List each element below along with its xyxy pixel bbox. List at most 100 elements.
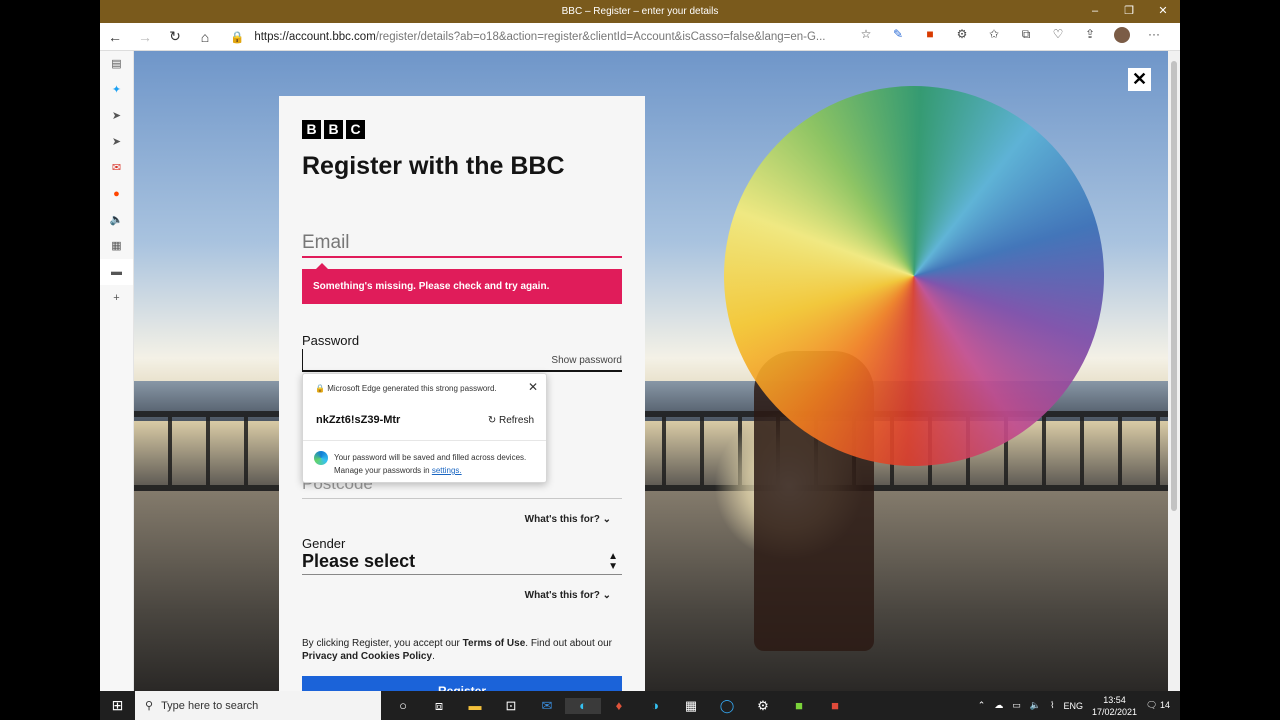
gender-select[interactable]: Please select ▲ ▼ <box>302 551 622 575</box>
network-icon[interactable]: ⌇ <box>1050 700 1054 711</box>
volume-icon[interactable]: 🔈 <box>1030 700 1041 711</box>
terms-text: By clicking Register, you accept our Ter… <box>302 637 632 663</box>
send-icon[interactable]: ➤ <box>100 103 133 129</box>
terms-of-use-link[interactable]: Terms of Use <box>463 638 526 649</box>
whats-this-label: What's this for? <box>524 590 600 601</box>
logo-letter: B <box>324 120 343 139</box>
task-view-icon[interactable]: ⧈ <box>421 698 457 714</box>
reddit-icon[interactable]: ● <box>100 181 133 207</box>
maximize-button[interactable]: ❐ <box>1112 0 1146 23</box>
refresh-label: Refresh <box>498 415 534 426</box>
app-icon[interactable]: ♦ <box>601 698 637 714</box>
url-host: https://account.bbc.com <box>254 30 376 43</box>
letterbox-left <box>0 0 100 720</box>
edge-icon[interactable]: ◐ <box>565 697 601 714</box>
privacy-policy-link[interactable]: Privacy and Cookies Policy <box>302 651 432 662</box>
browser-toolbar: ← → ↻ ⌂ 🔒 https://account.bbc.com /regis… <box>100 23 1180 51</box>
edge-logo-icon <box>314 451 328 465</box>
share-icon[interactable]: ⇪ <box>1074 27 1106 46</box>
store-icon[interactable]: ⊡ <box>493 698 529 714</box>
calendar-icon[interactable]: ▦ <box>673 698 709 714</box>
windows-start-icon[interactable]: ⊞ <box>100 697 135 714</box>
bbc-logo[interactable]: B B C <box>302 120 365 139</box>
favorite-star-icon[interactable]: ☆ <box>850 27 882 46</box>
mail-icon[interactable]: ✉ <box>529 698 565 714</box>
window-title: BBC – Register – enter your details <box>561 6 719 17</box>
gmail-icon[interactable]: ✉ <box>100 155 133 181</box>
address-bar[interactable]: 🔒 https://account.bbc.com /register/deta… <box>230 30 840 44</box>
refresh-password-button[interactable]: ↻ Refresh <box>488 415 534 426</box>
forward-icon[interactable]: → <box>130 29 160 45</box>
extension-pen-icon[interactable]: ✎ <box>882 27 914 46</box>
edge-sidebar: ▤ ✦ ➤ ➤ ✉ ● 🔈 ▦ ▬ + <box>100 51 134 691</box>
chevron-down-icon: ⌄ <box>602 514 611 525</box>
sync-note-line1: Your password will be saved and filled a… <box>334 453 527 462</box>
close-icon[interactable]: ✕ <box>1128 68 1151 91</box>
system-tray: ⌃ ☁ ▭ 🔈 ⌇ ENG 13:54 17/02/2021 🗨 14 <box>978 694 1180 718</box>
more-menu-icon[interactable]: ··· <box>1138 27 1170 46</box>
twitter-icon[interactable]: ✦ <box>100 77 133 103</box>
clock-date: 17/02/2021 <box>1092 706 1138 717</box>
back-icon[interactable]: ← <box>100 29 130 45</box>
home-icon[interactable]: ⌂ <box>190 29 220 45</box>
favorites-icon[interactable]: ✩ <box>978 27 1010 46</box>
profile-avatar[interactable] <box>1106 27 1138 46</box>
gender-selected-value: Please select <box>302 551 416 571</box>
battery-icon[interactable]: ▭ <box>1012 700 1021 711</box>
popup-header: 🔒 Microsoft Edge generated this strong p… <box>315 384 497 393</box>
password-field[interactable]: Show password <box>302 349 622 372</box>
image-icon[interactable]: ▦ <box>100 233 133 259</box>
page-scrollbar[interactable] <box>1168 51 1180 691</box>
window-titlebar: BBC – Register – enter your details – ❐ … <box>100 0 1180 23</box>
green-app-icon[interactable]: ■ <box>781 698 817 714</box>
select-arrows-icon: ▲ ▼ <box>608 551 618 572</box>
show-password-button[interactable]: Show password <box>551 355 622 366</box>
taskbar-search[interactable]: ⚲ Type here to search <box>135 691 381 720</box>
file-explorer-icon[interactable]: ▬ <box>457 698 493 714</box>
cortana-icon[interactable]: ○ <box>385 698 421 714</box>
postcode-whats-this-link[interactable]: What's this for? ⌄ <box>525 514 611 525</box>
gender-whats-this-link[interactable]: What's this for? ⌄ <box>525 590 611 601</box>
office-extension-icon[interactable]: ■ <box>914 27 946 46</box>
red-app-icon[interactable]: ■ <box>817 698 853 714</box>
minimize-button[interactable]: – <box>1078 0 1112 23</box>
circle-app-icon[interactable]: ◯ <box>709 698 745 714</box>
suggested-password[interactable]: nkZzt6!sZ39-Mtr <box>316 414 400 426</box>
notification-icon[interactable]: 🗨 14 <box>1146 700 1170 711</box>
edge-password-suggestion: 🔒 Microsoft Edge generated this strong p… <box>302 373 547 483</box>
popup-header-text: Microsoft Edge generated this strong pas… <box>327 384 497 393</box>
clock[interactable]: 13:54 17/02/2021 <box>1092 694 1137 718</box>
sync-note-line2: Manage your passwords in <box>334 466 430 475</box>
refresh-icon: ↻ <box>487 415 497 426</box>
bbc-tab-icon[interactable]: ▬ <box>100 259 133 285</box>
language-indicator[interactable]: ENG <box>1063 701 1083 711</box>
edge-dev-icon[interactable]: ◑ <box>637 698 673 714</box>
settings-link[interactable]: settings. <box>432 466 462 475</box>
settings-icon[interactable]: ⚙ <box>745 698 781 714</box>
url-path: /register/details?ab=o18&action=register… <box>375 30 826 43</box>
chevron-down-icon: ⌄ <box>602 590 611 601</box>
close-window-button[interactable]: ✕ <box>1146 0 1180 23</box>
refresh-icon[interactable]: ↻ <box>160 28 190 45</box>
browser-essentials-icon[interactable]: ♡ <box>1042 27 1074 46</box>
speaker-icon[interactable]: 🔈 <box>100 207 133 233</box>
close-popup-icon[interactable]: ✕ <box>528 380 538 394</box>
lock-icon[interactable]: 🔒 <box>230 30 244 44</box>
collections-icon[interactable]: ⧉ <box>1010 27 1042 46</box>
add-tab-icon[interactable]: + <box>100 285 133 311</box>
email-error-message: Something's missing. Please check and tr… <box>302 263 622 304</box>
terms-suffix: . <box>432 651 435 662</box>
search-placeholder: Type here to search <box>161 699 259 712</box>
send-icon-2[interactable]: ➤ <box>100 129 133 155</box>
cloud-icon[interactable]: ☁ <box>994 700 1003 711</box>
divider <box>303 440 546 441</box>
chevron-up-icon[interactable]: ⌃ <box>978 700 986 711</box>
extension-gear-icon[interactable]: ⚙ <box>946 27 978 46</box>
scrollbar-thumb[interactable] <box>1171 61 1177 511</box>
terms-prefix: By clicking Register, you accept our <box>302 638 463 649</box>
sidebar-tab-icon[interactable]: ▤ <box>100 51 133 77</box>
key-icon: 🔒 <box>315 384 325 393</box>
email-field[interactable]: Email <box>302 232 622 258</box>
password-label: Password <box>302 333 360 348</box>
sync-note: Your password will be saved and filled a… <box>334 451 544 477</box>
